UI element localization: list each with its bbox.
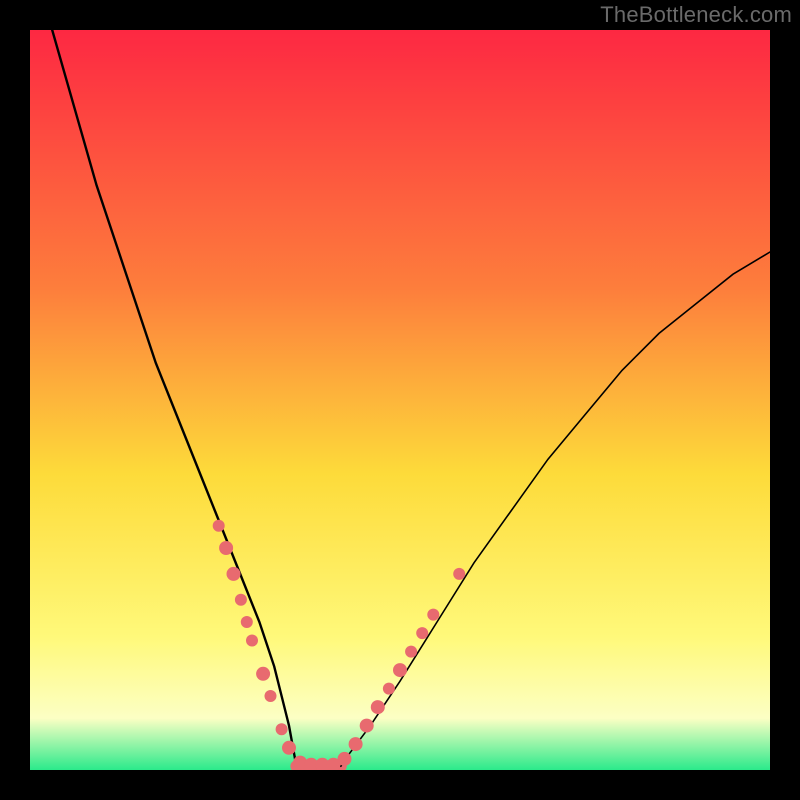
plot-svg xyxy=(30,30,770,770)
curve-marker xyxy=(405,646,417,658)
curve-marker xyxy=(338,752,352,766)
curve-marker xyxy=(371,700,385,714)
curve-marker xyxy=(282,741,296,755)
curve-marker xyxy=(427,609,439,621)
curve-marker xyxy=(360,719,374,733)
bottleneck-plot xyxy=(30,30,770,770)
curve-marker xyxy=(227,567,241,581)
curve-marker xyxy=(265,690,277,702)
curve-marker xyxy=(246,635,258,647)
curve-marker xyxy=(453,568,465,580)
curve-marker xyxy=(276,723,288,735)
curve-marker xyxy=(416,627,428,639)
chart-frame: TheBottleneck.com xyxy=(0,0,800,800)
curve-marker xyxy=(393,663,407,677)
gradient-background xyxy=(30,30,770,770)
attribution-label: TheBottleneck.com xyxy=(600,2,792,28)
curve-marker xyxy=(219,541,233,555)
curve-marker xyxy=(256,667,270,681)
curve-marker xyxy=(213,520,225,532)
curve-marker xyxy=(349,737,363,751)
curve-marker xyxy=(235,594,247,606)
curve-marker xyxy=(241,616,253,628)
curve-marker xyxy=(383,683,395,695)
